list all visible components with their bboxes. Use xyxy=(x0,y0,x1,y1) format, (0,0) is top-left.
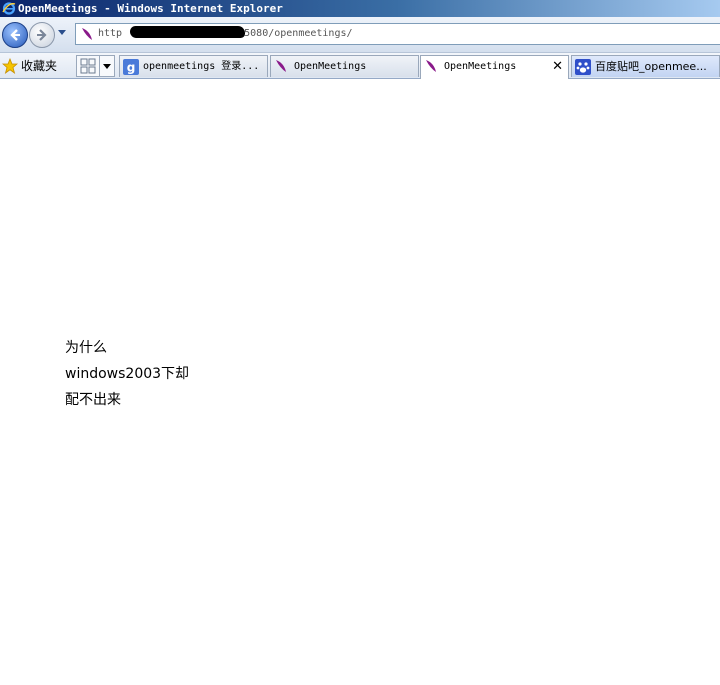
close-tab-icon[interactable]: ✕ xyxy=(552,56,563,78)
star-icon xyxy=(2,57,18,74)
window-title: OpenMeetings - Windows Internet Explorer xyxy=(18,2,283,15)
address-toolbar: http :5080/openmeetings/ xyxy=(0,17,720,53)
back-button[interactable] xyxy=(2,22,28,48)
feather-icon xyxy=(82,28,92,40)
grid-icon xyxy=(80,58,96,74)
tab-baidu-tieba[interactable]: 百度贴吧_openmee... xyxy=(571,55,720,77)
window-titlebar[interactable]: OpenMeetings - Windows Internet Explorer xyxy=(0,0,720,17)
history-dropdown-icon[interactable] xyxy=(57,29,67,37)
svg-text:g: g xyxy=(127,61,136,75)
url-prefix: http xyxy=(98,28,123,39)
content-line: 配不出来 xyxy=(65,392,121,408)
url-suffix: :5080/openmeetings/ xyxy=(238,28,353,39)
forward-arrow-icon xyxy=(37,29,47,41)
tabs-toolbar: 收藏夹 g openmeetings 登录... OpenMeetings Op… xyxy=(0,53,720,79)
tab-openmeetings-login[interactable]: g openmeetings 登录... xyxy=(119,55,268,77)
google-g-icon: g xyxy=(123,59,139,75)
internet-explorer-icon xyxy=(2,2,16,15)
redaction-mark xyxy=(130,26,246,38)
content-line: windows2003下却 xyxy=(65,366,190,382)
tab-list-button[interactable] xyxy=(99,55,115,77)
page-content: 为什么 windows2003下却 配不出来 xyxy=(65,335,189,413)
baidu-paw-icon xyxy=(575,59,591,75)
tab-openmeetings-active[interactable]: OpenMeetings ✕ xyxy=(420,55,569,79)
quick-tabs-button[interactable] xyxy=(76,55,100,77)
address-input[interactable]: http :5080/openmeetings/ xyxy=(75,23,720,45)
feather-icon xyxy=(426,60,436,72)
forward-button[interactable] xyxy=(29,22,55,48)
favorites-button[interactable]: 收藏夹 xyxy=(2,55,57,76)
back-arrow-icon xyxy=(10,29,20,41)
tab-openmeetings-1[interactable]: OpenMeetings xyxy=(270,55,419,77)
feather-icon xyxy=(276,60,286,72)
content-line: 为什么 xyxy=(65,340,107,356)
chevron-down-icon xyxy=(103,64,111,69)
favorites-label: 收藏夹 xyxy=(21,59,58,73)
